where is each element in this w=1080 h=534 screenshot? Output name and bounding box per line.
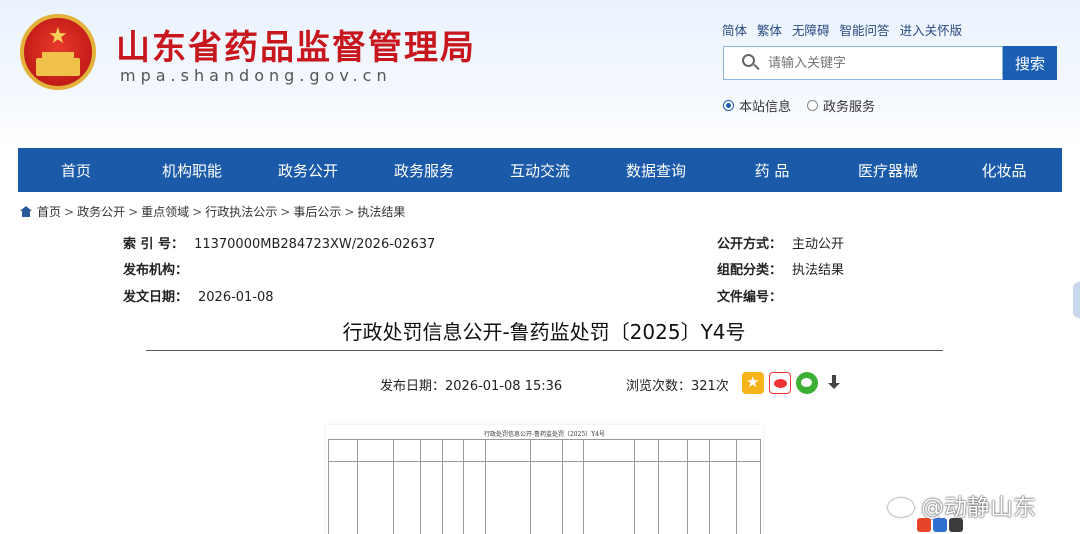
main-nav: 首页 机构职能 政务公开 政务服务 互动交流 数据查询 药 品 医疗器械 化妆品 — [18, 148, 1062, 192]
meta-publisher: 发布机构： — [123, 263, 189, 278]
radio-checked-icon[interactable] — [723, 100, 734, 111]
publish-date: 发布日期：2026-01-08 15:36 — [380, 379, 563, 394]
search-button[interactable]: 搜索 — [1003, 46, 1057, 80]
input-method-icon[interactable] — [917, 518, 931, 532]
nav-data-query[interactable]: 数据查询 — [598, 148, 714, 192]
crumb-enforcement[interactable]: 行政执法公示 — [205, 203, 277, 220]
nav-services[interactable]: 政务服务 — [366, 148, 482, 192]
crumb-home[interactable]: 首页 — [37, 203, 61, 220]
meta-doc-number: 文件编号： — [717, 290, 783, 305]
nav-interaction[interactable]: 互动交流 — [482, 148, 598, 192]
site-header: ★ 山东省药品监督管理局 mpa.shandong.gov.cn 简体 繁体 无… — [0, 0, 1080, 148]
meta-date: 发文日期： 2026-01-08 — [123, 290, 274, 305]
title-divider — [146, 350, 943, 351]
download-icon[interactable] — [823, 372, 845, 394]
document-title: 行政处罚信息公开-鲁药监处罚〔2025〕Y4号 — [483, 431, 606, 438]
crumb-results[interactable]: 执法结果 — [357, 203, 405, 220]
nav-government-affairs[interactable]: 政务公开 — [250, 148, 366, 192]
tray-settings-icon[interactable] — [949, 518, 963, 532]
system-tray — [917, 518, 963, 532]
radio-unchecked-icon[interactable] — [807, 100, 819, 111]
top-links: 简体 繁体 无障碍 智能问答 进入关怀版 — [722, 20, 962, 39]
weibo-logo-icon — [888, 494, 918, 517]
link-smart-qa[interactable]: 智能问答 — [840, 20, 890, 39]
nav-drugs[interactable]: 药 品 — [714, 148, 830, 192]
scope-services[interactable]: 政务服务 — [807, 96, 875, 115]
crumb-government-affairs[interactable]: 政务公开 — [77, 203, 125, 220]
weibo-icon[interactable] — [769, 372, 791, 394]
link-care-version[interactable]: 进入关怀版 — [900, 20, 963, 39]
national-emblem-icon: ★ — [20, 14, 96, 90]
side-float-tab[interactable] — [1073, 282, 1080, 318]
site-title[interactable]: 山东省药品监督管理局 — [116, 20, 476, 69]
nav-medical-devices[interactable]: 医疗器械 — [830, 148, 946, 192]
scope-site[interactable]: 本站信息 — [723, 96, 791, 115]
qzone-icon[interactable] — [742, 372, 764, 394]
link-simplified[interactable]: 简体 — [722, 20, 747, 39]
nav-institution[interactable]: 机构职能 — [134, 148, 250, 192]
watermark: @动静山东 — [888, 488, 1036, 522]
link-traditional[interactable]: 繁体 — [757, 20, 782, 39]
home-icon — [20, 206, 32, 217]
nav-home[interactable]: 首页 — [18, 148, 134, 192]
link-accessibility[interactable]: 无障碍 — [792, 20, 830, 39]
search-scope: 本站信息 政务服务 — [723, 96, 875, 115]
search-box — [723, 46, 1003, 80]
crumb-key-areas[interactable]: 重点领域 — [141, 203, 189, 220]
meta-index: 索 引 号： 11370000MB284723XW/2026-02637 — [123, 237, 436, 252]
wechat-icon[interactable] — [796, 372, 818, 394]
search-icon — [742, 54, 760, 72]
article-title: 行政处罚信息公开-鲁药监处罚〔2025〕Y4号 — [342, 320, 746, 344]
meta-category: 组配分类： 执法结果 — [717, 263, 845, 278]
tray-app-icon[interactable] — [933, 518, 947, 532]
view-count: 浏览次数：321次 — [626, 379, 729, 394]
document-table — [327, 439, 761, 534]
meta-open-mode: 公开方式： 主动公开 — [717, 237, 845, 252]
nav-cosmetics[interactable]: 化妆品 — [946, 148, 1062, 192]
penalty-document-image: 行政处罚信息公开-鲁药监处罚〔2025〕Y4号 — [326, 425, 763, 534]
crumb-post-publicity[interactable]: 事后公示 — [293, 203, 341, 220]
share-bar — [742, 372, 845, 394]
site-domain: mpa.shandong.gov.cn — [120, 66, 392, 85]
breadcrumb: 首页 > 政务公开 > 重点领域 > 行政执法公示 > 事后公示 > 执法结果 — [20, 203, 405, 220]
search-input[interactable] — [768, 55, 998, 71]
